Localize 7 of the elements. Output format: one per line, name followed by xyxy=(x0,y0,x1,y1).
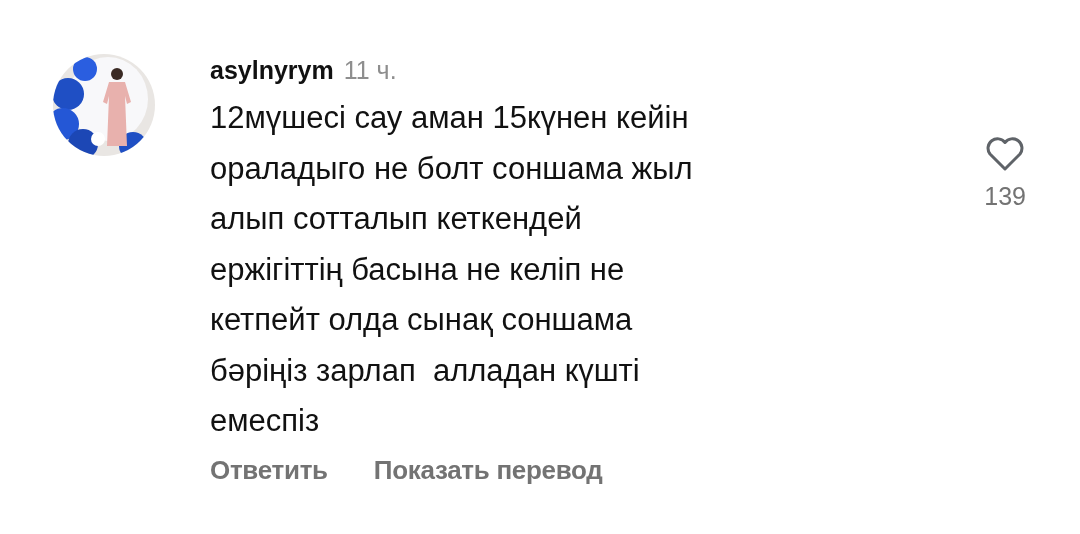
translate-button[interactable]: Показать перевод xyxy=(373,454,603,486)
reply-button[interactable]: Ответить xyxy=(210,454,328,486)
like-count: 139 xyxy=(984,182,1026,211)
comment-text: 12мүшесі сау аман 15күнен кейін ораладыго не болт соншама жыл алып сотталып кеткендей ержігіттің басына не келіп не кетпейт олда сынақ соншама бәріңіз зарлап алладан күшті емеспіз xyxy=(210,99,694,440)
heart-icon[interactable] xyxy=(985,136,1026,172)
timestamp: 11 ч. xyxy=(343,56,397,85)
username[interactable]: asylnyrym xyxy=(210,56,334,85)
